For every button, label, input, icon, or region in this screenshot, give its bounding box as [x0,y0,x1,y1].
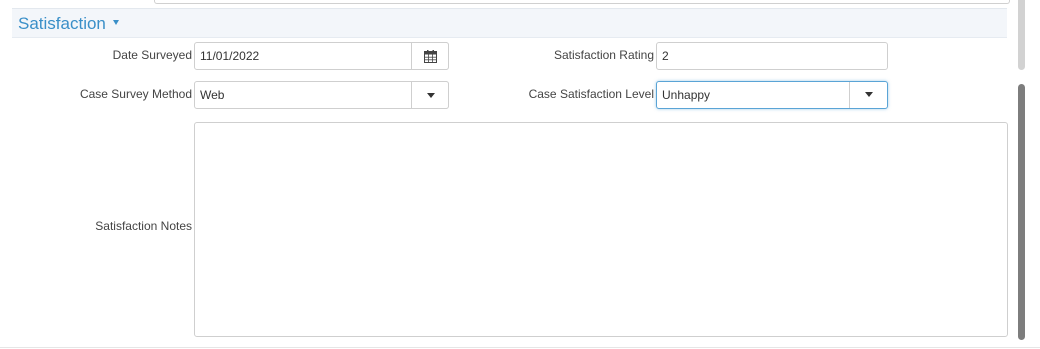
case-satisfaction-level-dropdown-button[interactable] [849,82,887,108]
case-survey-method-select[interactable]: Web [194,81,449,109]
case-satisfaction-level-label: Case Satisfaction Level [528,87,654,101]
case-satisfaction-level-select[interactable]: Unhappy [656,81,888,109]
date-surveyed-input[interactable]: 11/01/2022 [194,42,449,70]
triangle-down-icon [427,93,435,98]
satisfaction-notes-textarea[interactable] [194,122,1008,337]
date-surveyed-label: Date Surveyed [112,48,192,62]
satisfaction-rating-input[interactable]: 2 [656,42,888,70]
triangle-down-icon [865,92,873,97]
date-picker-button[interactable] [411,42,449,70]
calendar-icon [424,50,437,63]
previous-field-bottom-edge [154,0,1010,4]
page-scrollbar-thumb[interactable] [1018,84,1025,340]
case-survey-method-value: Web [200,88,225,102]
satisfaction-rating-label: Satisfaction Rating [553,48,654,62]
page-scrollbar-upper[interactable] [1018,0,1025,70]
satisfaction-rating-value: 2 [662,49,669,63]
section-title[interactable]: Satisfaction [18,14,106,34]
caret-down-icon[interactable] [113,20,119,25]
case-survey-method-dropdown-button[interactable] [411,81,449,109]
case-survey-method-label: Case Survey Method [79,87,192,101]
section-header-satisfaction[interactable]: Satisfaction [12,8,1007,38]
case-satisfaction-level-value: Unhappy [662,88,711,102]
satisfaction-notes-label: Satisfaction Notes [95,219,192,233]
bottom-divider [0,347,1040,348]
date-surveyed-value: 11/01/2022 [200,49,260,63]
